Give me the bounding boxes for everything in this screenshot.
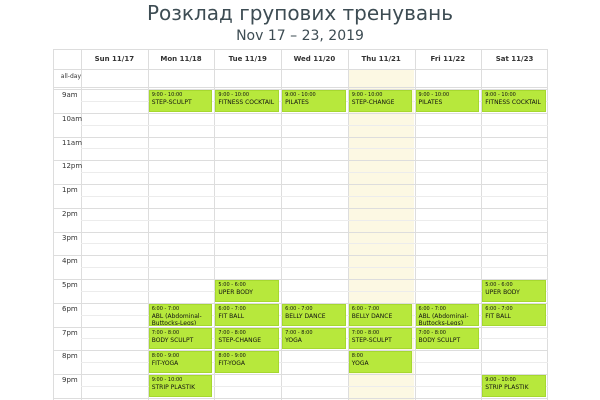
event-block[interactable]: 8:00 YOGA [348, 351, 413, 373]
event-block[interactable]: 9:00 - 10:00 PILATES [282, 90, 346, 112]
event-block[interactable]: 9:00 - 10:00 STRIP PLASTIK [148, 375, 213, 397]
event-title: BELLY DANCE [285, 312, 326, 320]
event-title: BODY SCULPT [418, 336, 461, 344]
event-time: 7:00 - 8:00 [351, 329, 380, 336]
event-block[interactable]: 6:00 - 7:00 ABL (Abdominal-Buttocks-Legs) [415, 303, 480, 326]
event-time: 6:00 - 7:00 [351, 305, 380, 312]
event-time: 6:00 - 7:00 [285, 305, 313, 312]
event-block[interactable]: 9:00 - 10:00 FITNESS COCKTAIL [482, 90, 546, 112]
event-title: PILATES [285, 99, 309, 106]
event-time: 7:00 - 8:00 [151, 329, 180, 336]
calendar-events: 9:00 - 10:00 STEP-SCULPT 9:00 - 10:00 FITNE… [53, 49, 548, 400]
event-block[interactable]: 9:00 - 10:00 PILATES [415, 90, 480, 112]
event-time: 7:00 - 8:00 [218, 329, 246, 336]
event-block[interactable]: 9:00 - 10:00 STEP-CHANGE [348, 90, 413, 112]
event-time: 5:00 - 6:00 [218, 282, 246, 288]
event-time: 9:00 - 10:00 [485, 377, 516, 383]
event-block[interactable]: 9:00 - 10:00 FITNESS COCKTAIL [215, 90, 280, 112]
event-time: 9:00 - 10:00 [285, 92, 316, 98]
event-time: 9:00 - 10:00 [218, 92, 250, 98]
event-title: PILATES [418, 99, 443, 106]
event-block[interactable]: 6:00 - 7:00 BELLY DANCE [348, 303, 413, 326]
event-title: STEP-SCULPT [351, 336, 392, 344]
date-range: Nov 17 – 23, 2019 [236, 28, 364, 44]
event-block[interactable]: 6:00 - 7:00 BELLY DANCE [282, 303, 346, 326]
event-block[interactable]: 6:00 - 7:00 FIT BALL [482, 303, 546, 326]
event-time: 8:00 - 9:00 [151, 353, 180, 360]
event-time: 6:00 - 7:00 [485, 305, 513, 312]
event-title: ABL (Abdominal-Buttocks-Legs) [418, 312, 469, 326]
event-title: ABL (Abdominal-Buttocks-Legs) [151, 312, 202, 326]
week-calendar: Sun 11/17 Mon 11/18 Tue 11/19 Wed 11/20 Thu … [53, 49, 548, 400]
event-title: UPER BODY [485, 289, 520, 296]
event-block[interactable]: 6:00 - 7:00 FIT BALL [215, 303, 280, 326]
event-title: STRIP PLASTIK [151, 384, 196, 391]
event-block[interactable]: 5:00 - 6:00 UPER BODY [215, 280, 280, 302]
event-time: 9:00 - 10:00 [151, 377, 183, 383]
event-block[interactable]: 7:00 - 8:00 BODY SCULPT [415, 327, 480, 350]
event-block[interactable]: 9:00 - 10:00 STRIP PLASTIK [482, 375, 546, 397]
event-time: 7:00 - 8:00 [285, 329, 313, 336]
event-block[interactable]: 7:00 - 8:00 STEP-SCULPT [348, 327, 413, 350]
event-title: FITNESS COCKTAIL [485, 99, 541, 106]
event-time: 9:00 - 10:00 [418, 92, 450, 98]
event-time: 8:00 [351, 353, 364, 360]
event-title: STEP-SCULPT [151, 99, 192, 106]
event-time: 9:00 - 10:00 [151, 92, 183, 98]
event-block[interactable]: 8:00 - 9:00 FIT-YOGA [148, 351, 213, 373]
event-time: 6:00 - 7:00 [418, 305, 446, 312]
event-time: 8:00 - 9:00 [218, 353, 246, 360]
event-time: 9:00 - 10:00 [351, 92, 383, 98]
event-block[interactable]: 7:00 - 8:00 STEP-CHANGE [215, 327, 280, 350]
page-title: Розклад групових тренувань [146, 1, 454, 25]
event-title: YOGA [351, 360, 369, 368]
event-block[interactable]: 9:00 - 10:00 STEP-SCULPT [148, 90, 213, 112]
event-block[interactable]: 5:00 - 6:00 UPER BODY [482, 280, 546, 302]
event-title: FIT BALL [218, 312, 245, 320]
event-time: 6:00 - 7:00 [218, 305, 246, 312]
event-title: FIT-YOGA [151, 360, 179, 368]
event-title: BELLY DANCE [351, 312, 393, 320]
event-time: 7:00 - 8:00 [418, 329, 446, 336]
event-block[interactable]: 7:00 - 8:00 YOGA [282, 327, 346, 350]
event-title: BODY SCULPT [151, 336, 194, 344]
event-title: STEP-CHANGE [351, 99, 395, 106]
event-block[interactable]: 6:00 - 7:00 ABL (Abdominal-Buttocks-Legs) [148, 303, 213, 326]
event-block[interactable]: 8:00 - 9:00 FIT-YOGA [215, 351, 280, 373]
event-title: FIT-YOGA [218, 360, 245, 368]
event-title: UPER BODY [218, 289, 253, 296]
event-time: 9:00 - 10:00 [485, 92, 516, 98]
event-time: 5:00 - 6:00 [485, 282, 513, 288]
event-title: YOGA [285, 336, 302, 344]
event-title: FITNESS COCKTAIL [218, 99, 275, 106]
event-title: FIT BALL [485, 312, 511, 320]
event-title: STRIP PLASTIK [485, 384, 529, 391]
event-time: 6:00 - 7:00 [151, 305, 180, 312]
event-block[interactable]: 7:00 - 8:00 BODY SCULPT [148, 327, 213, 350]
event-title: STEP-CHANGE [218, 336, 262, 344]
